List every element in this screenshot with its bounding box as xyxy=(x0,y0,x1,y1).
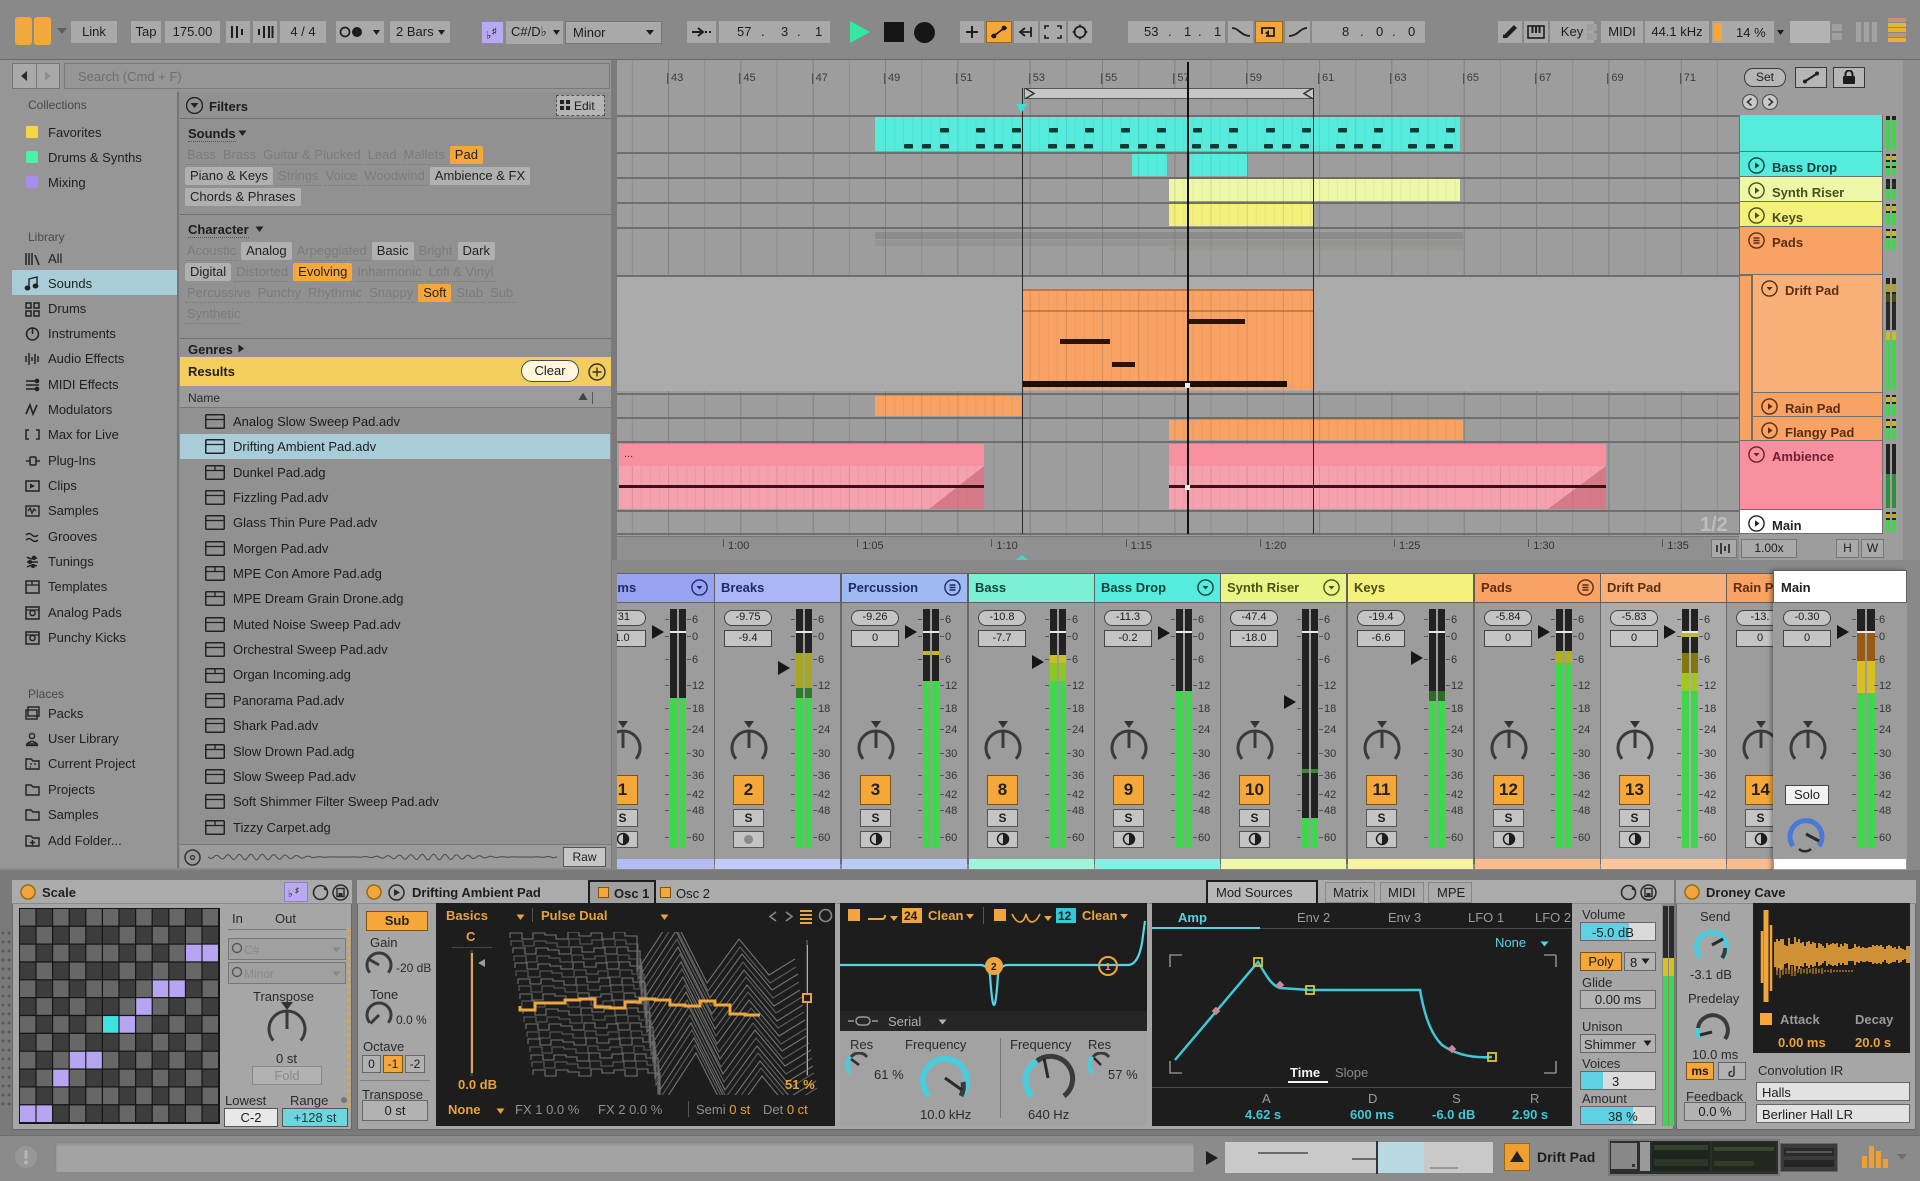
svg-text:Clean: Clean xyxy=(928,908,963,923)
svg-text:♯: ♯ xyxy=(295,886,299,895)
svg-text:1: 1 xyxy=(1105,962,1111,973)
svg-text:2: 2 xyxy=(991,962,997,973)
svg-text:♭: ♭ xyxy=(486,30,491,41)
svg-text:♭: ♭ xyxy=(288,889,293,899)
svg-text:Clean: Clean xyxy=(1082,908,1117,923)
svg-text:12: 12 xyxy=(1058,909,1072,923)
svg-text:♯: ♯ xyxy=(492,26,497,36)
svg-text:24: 24 xyxy=(904,909,918,923)
